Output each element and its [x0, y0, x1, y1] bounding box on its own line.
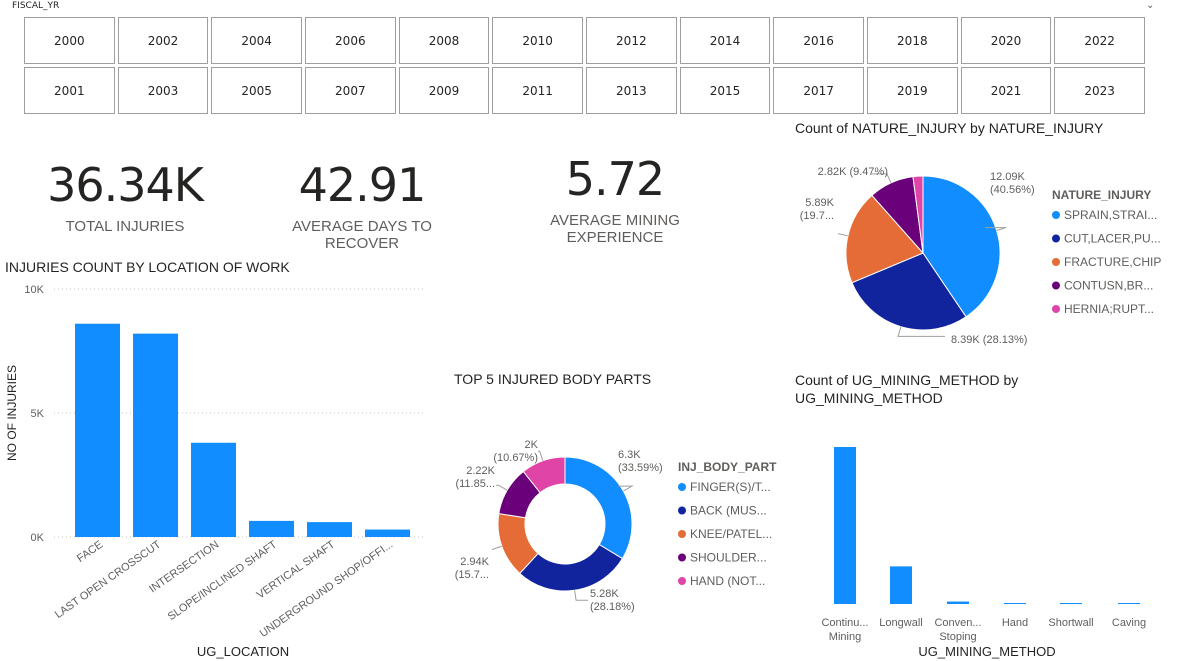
legend-item-label: BACK (MUS...	[690, 504, 767, 518]
pie-percent-label: (10.67%)	[493, 452, 538, 464]
pie-leader-line	[574, 590, 588, 601]
pie-value-label: 2.22K	[466, 465, 495, 477]
legend-marker	[1052, 305, 1060, 313]
mining-method-xtick-label: Stoping	[939, 631, 976, 643]
legend-title: INJ_BODY_PART	[678, 460, 777, 474]
mining-method-bar	[947, 601, 969, 604]
pie-percent-label: (11.85...	[455, 478, 495, 490]
mining-method-xtick-label: Conven...	[934, 617, 981, 629]
mining-method-xtick-label: Caving	[1112, 617, 1146, 629]
mining-method-bar	[1118, 603, 1140, 604]
location-y-axis-title: NO OF INJURIES	[5, 365, 19, 461]
location-bar	[133, 333, 178, 537]
pie-percent-label: (33.59%)	[618, 462, 663, 474]
legend-marker	[678, 530, 686, 538]
location-bar	[307, 522, 352, 537]
location-xtick-label: SLOPE/INCLINED SHAFT	[166, 538, 280, 623]
legend-marker	[678, 577, 686, 585]
mining-method-xtick-label: Hand	[1002, 617, 1028, 629]
location-xtick-label: FACE	[75, 539, 105, 565]
legend-marker	[1052, 258, 1060, 266]
legend-item-label: SHOULDER...	[690, 551, 767, 565]
mining-method-xtick-label: Longwall	[879, 617, 922, 629]
legend-marker	[1052, 234, 1060, 243]
location-ytick-label: 0K	[31, 532, 45, 544]
legend-marker	[1052, 211, 1060, 219]
charts-canvas: 0K5K10KFACELAST OPEN CROSSCUTINTERSECTIO…	[5, 166, 1161, 659]
mining-method-xtick-label: Mining	[829, 631, 861, 643]
pie-data-label: 2.82K (9.47%)	[818, 166, 888, 178]
location-x-axis-title: UG_LOCATION	[197, 644, 289, 659]
pie-value-label: 2.94K	[460, 556, 489, 568]
legend-marker	[678, 553, 686, 562]
legend-marker	[678, 506, 686, 515]
legend-marker	[1052, 281, 1060, 290]
pie-value-label: 6.3K	[618, 449, 641, 461]
location-bar	[249, 520, 294, 537]
location-bar	[191, 442, 236, 537]
legend-item-label: HERNIA;RUPT...	[1064, 302, 1154, 316]
mining-method-bar	[890, 566, 912, 604]
pie-value-label: 5.89K	[805, 197, 834, 209]
pie-value-label: 2K	[525, 439, 539, 451]
mining-method-bar	[1060, 603, 1082, 604]
pie-value-label: 5.28K	[590, 588, 619, 600]
location-bar	[365, 529, 410, 537]
legend-item-label: HAND (NOT...	[690, 574, 765, 588]
mining-method-bar	[1004, 603, 1026, 604]
mining-method-xtick-label: Shortwall	[1048, 617, 1093, 629]
legend-item-label: CUT,LACER,PU...	[1064, 232, 1161, 246]
pie-data-label: 8.39K (28.13%)	[951, 334, 1027, 346]
legend-item-label: KNEE/PATEL...	[690, 527, 772, 541]
mining-method-bar	[834, 447, 856, 604]
mining-method-xtick-label: Continu...	[821, 617, 868, 629]
legend-item-label: FRACTURE,CHIP	[1064, 255, 1161, 269]
pie-percent-label: (19.7...	[800, 210, 834, 222]
location-bar	[75, 323, 120, 537]
pie-value-label: 12.09K	[990, 171, 1026, 183]
mining-method-x-axis-title: UG_MINING_METHOD	[918, 644, 1055, 659]
pie-leader-line	[538, 450, 544, 461]
legend-item-label: FINGER(S)/T...	[690, 480, 771, 494]
location-ytick-label: 10K	[24, 284, 44, 296]
legend-marker	[678, 483, 686, 491]
location-xtick-label: LAST OPEN CROSSCUT	[53, 538, 164, 620]
legend-item-label: CONTUSN,BR...	[1064, 279, 1153, 293]
location-ytick-label: 5K	[31, 408, 45, 420]
pie-percent-label: (15.7...	[455, 569, 489, 581]
pie-percent-label: (28.18%)	[590, 601, 635, 613]
pie-leader-line	[496, 484, 508, 491]
pie-leader-line	[838, 233, 849, 237]
pie-percent-label: (40.56%)	[990, 184, 1035, 196]
legend-item-label: SPRAIN,STRAI...	[1064, 208, 1157, 222]
legend-title: NATURE_INJURY	[1052, 188, 1151, 202]
pie-leader-line	[492, 545, 502, 550]
